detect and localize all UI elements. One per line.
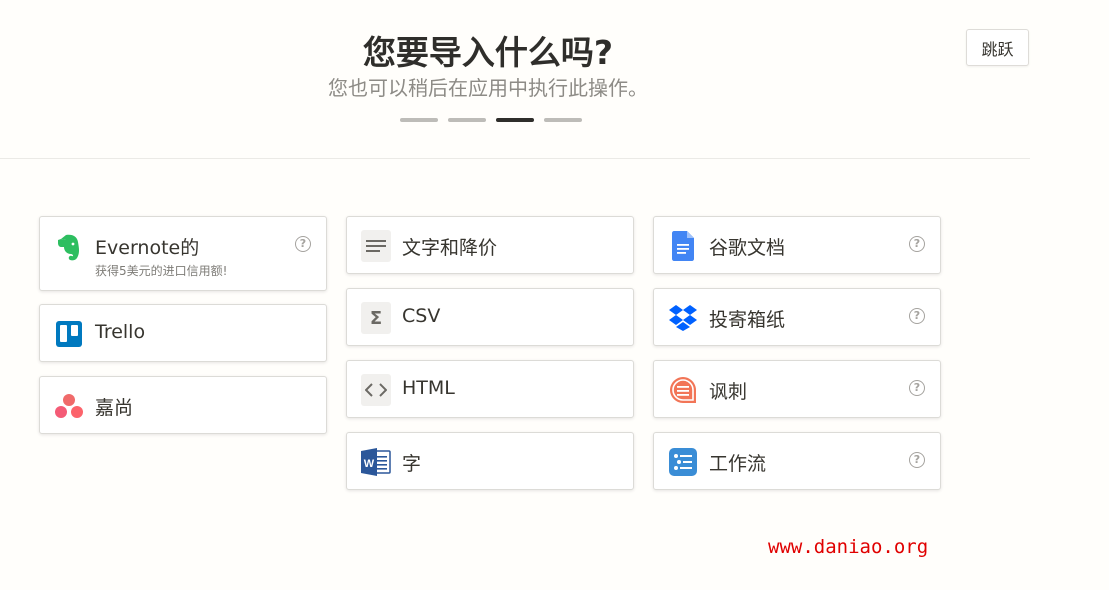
help-icon[interactable]: ? [909, 452, 925, 468]
trello-label: Trello [95, 321, 146, 343]
quip-label: 讽刺 [709, 381, 748, 403]
sigma-icon: Σ [361, 302, 391, 334]
import-quip-card[interactable]: 讽刺 ? [653, 360, 941, 418]
workflowy-label: 工作流 [709, 453, 767, 475]
dropbox-paper-label: 投寄箱纸 [709, 309, 786, 331]
evernote-icon [54, 233, 84, 263]
page-title: 您要导入什么吗? [362, 33, 614, 72]
step-indicator [400, 118, 582, 122]
step-3-current [496, 118, 534, 122]
import-evernote-card[interactable]: Evernote的 获得5美元的进口信用额! ? [39, 216, 327, 291]
workflowy-icon [668, 447, 698, 477]
watermark-text: www.daniao.org [768, 536, 929, 558]
import-google-docs-card[interactable]: 谷歌文档 ? [653, 216, 941, 274]
evernote-label: Evernote的 [95, 237, 200, 259]
text-lines-icon [361, 230, 391, 262]
import-csv-card[interactable]: Σ CSV [346, 288, 634, 346]
asana-icon [54, 391, 84, 421]
help-icon[interactable]: ? [909, 380, 925, 396]
import-dropbox-paper-card[interactable]: 投寄箱纸 ? [653, 288, 941, 346]
help-icon[interactable]: ? [909, 308, 925, 324]
svg-text:W: W [364, 458, 375, 470]
import-header: 您要导入什么吗? 您也可以稍后在应用中执行此操作。 跳跃 [0, 0, 1030, 159]
word-icon: W [361, 447, 391, 477]
code-brackets-icon [361, 374, 391, 406]
text-markdown-label: 文字和降价 [402, 237, 498, 259]
asana-label: 嘉尚 [95, 397, 134, 419]
csv-label: CSV [402, 305, 441, 327]
help-icon[interactable]: ? [295, 236, 311, 252]
import-trello-card[interactable]: Trello [39, 304, 327, 362]
html-label: HTML [402, 377, 455, 399]
skip-button[interactable]: 跳跃 [966, 29, 1029, 66]
word-label: 字 [402, 453, 422, 475]
step-4 [544, 118, 582, 122]
google-docs-label: 谷歌文档 [709, 237, 786, 259]
quip-icon [668, 375, 698, 405]
import-word-card[interactable]: W 字 [346, 432, 634, 490]
import-html-card[interactable]: HTML [346, 360, 634, 418]
page-subtitle: 您也可以稍后在应用中执行此操作。 [328, 76, 648, 100]
dropbox-icon [668, 303, 698, 333]
step-1 [400, 118, 438, 122]
google-docs-icon [668, 231, 698, 261]
import-asana-card[interactable]: 嘉尚 [39, 376, 327, 434]
help-icon[interactable]: ? [909, 236, 925, 252]
trello-icon [54, 319, 84, 349]
import-text-markdown-card[interactable]: 文字和降价 [346, 216, 634, 274]
evernote-credit-note: 获得5美元的进口信用额! [95, 264, 228, 278]
import-workflowy-card[interactable]: 工作流 ? [653, 432, 941, 490]
step-2 [448, 118, 486, 122]
